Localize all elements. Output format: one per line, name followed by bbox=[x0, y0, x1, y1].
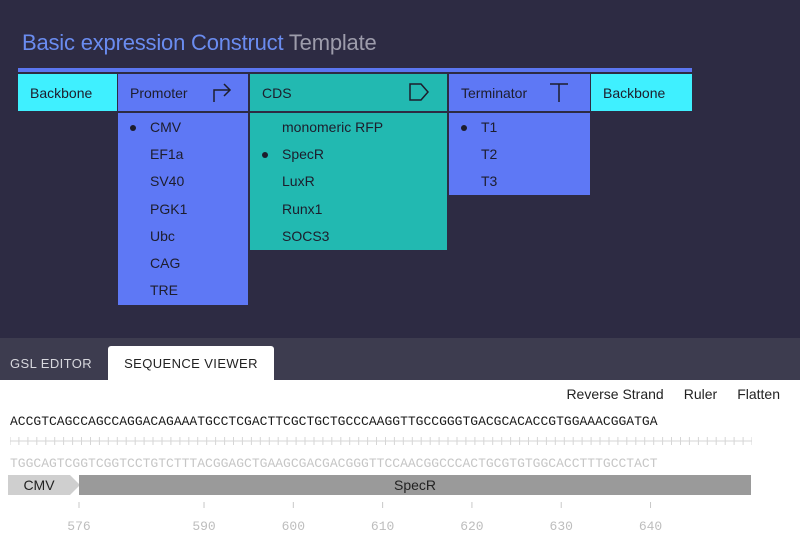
axis-tick-label: 590 bbox=[192, 519, 215, 534]
construct-top-line bbox=[18, 68, 692, 72]
promoter-option[interactable]: PGK1 bbox=[118, 195, 248, 222]
tab-sequence-viewer[interactable]: SEQUENCE VIEWER bbox=[108, 346, 274, 380]
flatten-toggle[interactable]: Flatten bbox=[737, 386, 780, 402]
specr-feature-bar[interactable]: SpecR bbox=[79, 475, 751, 495]
promoter-dropdown: CMV EF1a SV40 PGK1 Ubc CAG TRE bbox=[117, 113, 249, 305]
selected-dot-icon bbox=[262, 152, 268, 159]
axis-tick-label: 610 bbox=[371, 519, 394, 534]
promoter-option[interactable]: Ubc bbox=[118, 222, 248, 249]
terminator-label: Terminator bbox=[461, 84, 528, 101]
promoter-option[interactable]: SV40 bbox=[118, 168, 248, 195]
tab-bar: GSL EDITOR SEQUENCE VIEWER bbox=[0, 338, 800, 380]
selected-dot-icon bbox=[461, 125, 467, 131]
specr-feature-label: SpecR bbox=[393, 477, 437, 493]
axis-tick-label: 576 bbox=[67, 519, 90, 534]
tab-gsl-editor[interactable]: GSL EDITOR bbox=[0, 346, 118, 380]
promoter-option[interactable]: CMV bbox=[118, 113, 248, 140]
promoter-option-label: SV40 bbox=[150, 173, 185, 190]
promoter-slot[interactable]: Promoter bbox=[117, 74, 249, 111]
cmv-feature-label: CMV bbox=[23, 477, 55, 493]
backbone-left-label: Backbone bbox=[30, 84, 93, 101]
cds-option[interactable]: monomeric RFP bbox=[250, 113, 447, 140]
promoter-option-label: PGK1 bbox=[150, 200, 188, 217]
title-main: Basic expression Construct bbox=[22, 30, 284, 55]
cds-label: CDS bbox=[262, 84, 292, 101]
selected-dot-icon bbox=[130, 125, 136, 131]
cds-option[interactable]: Runx1 bbox=[250, 195, 447, 222]
terminator-option[interactable]: T3 bbox=[449, 168, 590, 195]
ruler-toggle[interactable]: Ruler bbox=[684, 386, 717, 402]
backbone-left-slot[interactable]: Backbone bbox=[18, 74, 117, 111]
promoter-option-label: Ubc bbox=[150, 227, 175, 244]
axis-tick-label: 620 bbox=[460, 519, 483, 534]
promoter-option-label: TRE bbox=[150, 282, 178, 299]
promoter-option[interactable]: TRE bbox=[118, 277, 248, 304]
cds-pentagon-icon bbox=[409, 83, 429, 101]
position-axis: 576 590 600 610 620 630 640 bbox=[67, 502, 662, 534]
promoter-arrow-icon bbox=[213, 83, 232, 102]
terminator-option[interactable]: T2 bbox=[449, 140, 590, 167]
promoter-option[interactable]: CAG bbox=[118, 249, 248, 276]
viewer-toolbar: Reverse Strand Ruler Flatten bbox=[566, 386, 780, 402]
promoter-option-label: CMV bbox=[150, 118, 182, 135]
terminator-option-label: T2 bbox=[481, 145, 498, 162]
cds-option[interactable]: SpecR bbox=[250, 140, 447, 167]
forward-sequence: ACCGTCAGCCAGCCAGGACAGAAATGCCTCGACTTCGCTG… bbox=[10, 414, 658, 429]
terminator-option-label: T1 bbox=[481, 118, 498, 135]
terminator-slot[interactable]: Terminator bbox=[448, 74, 591, 111]
terminator-dropdown: T1 T2 T3 bbox=[448, 113, 591, 195]
cds-option-label: SpecR bbox=[282, 145, 325, 162]
cds-option[interactable]: LuxR bbox=[250, 168, 447, 195]
promoter-option-label: CAG bbox=[150, 255, 181, 272]
promoter-option-label: EF1a bbox=[150, 145, 184, 162]
cds-option[interactable]: SOCS3 bbox=[250, 222, 447, 249]
axis-tick-label: 640 bbox=[639, 519, 662, 534]
promoter-label: Promoter bbox=[130, 84, 188, 101]
page-title: Basic expression Construct Template bbox=[22, 30, 377, 56]
cds-option-label: SOCS3 bbox=[282, 227, 330, 244]
backbone-right-label: Backbone bbox=[603, 84, 666, 101]
title-suffix: Template bbox=[288, 30, 377, 55]
construct-designer: Basic expression Construct Template Back… bbox=[0, 0, 800, 338]
backbone-right-slot[interactable]: Backbone bbox=[591, 74, 692, 111]
reverse-sequence: TGGCAGTCGGTCGGTCCTGTCTTTACGGAGCTGAAGCGAC… bbox=[10, 456, 658, 471]
terminator-t-icon bbox=[550, 83, 568, 102]
axis-tick-label: 630 bbox=[550, 519, 573, 534]
terminator-option[interactable]: T1 bbox=[449, 113, 590, 140]
cds-option-label: Runx1 bbox=[282, 200, 323, 217]
cds-dropdown: monomeric RFP SpecR LuxR Runx1 SOCS3 bbox=[249, 113, 448, 250]
sequence-panel: GSL EDITOR SEQUENCE VIEWER Reverse Stran… bbox=[0, 338, 800, 540]
cds-option-label: LuxR bbox=[282, 173, 315, 190]
cds-option-label: monomeric RFP bbox=[282, 118, 384, 135]
promoter-option[interactable]: EF1a bbox=[118, 140, 248, 167]
reverse-strand-toggle[interactable]: Reverse Strand bbox=[566, 386, 663, 402]
sequence-ruler bbox=[10, 437, 752, 445]
cds-slot[interactable]: CDS bbox=[249, 74, 448, 111]
terminator-option-label: T3 bbox=[481, 173, 498, 190]
axis-tick-label: 600 bbox=[282, 519, 305, 534]
